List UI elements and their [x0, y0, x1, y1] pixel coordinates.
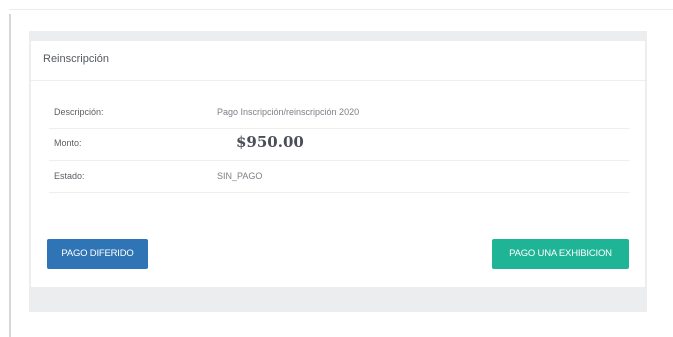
status-label: Estado: [54, 171, 85, 181]
left-divider [9, 14, 11, 337]
table-row-description: Descripción: Pago Inscripción/reinscripc… [49, 98, 629, 129]
deferred-payment-button[interactable]: PAGO DIFERIDO [47, 239, 148, 269]
status-value: SIN_PAGO [217, 171, 263, 181]
table-row-amount: Monto: $950.00 [49, 129, 629, 161]
description-value: Pago Inscripción/reinscripción 2020 [217, 107, 360, 117]
payment-details-table: Descripción: Pago Inscripción/reinscripc… [49, 98, 629, 193]
card-header: Reinscripción [31, 41, 645, 81]
reinscription-card: Reinscripción Descripción: Pago Inscripc… [31, 41, 645, 287]
app-frame: Reinscripción Descripción: Pago Inscripc… [0, 0, 673, 337]
card-title: Reinscripción [43, 53, 110, 65]
description-label: Descripción: [54, 107, 104, 117]
single-payment-button[interactable]: PAGO UNA EXHIBICION [492, 239, 629, 269]
amount-value: $950.00 [236, 133, 304, 151]
top-divider [9, 9, 673, 10]
amount-label: Monto: [54, 138, 82, 148]
table-row-status: Estado: SIN_PAGO [49, 161, 629, 193]
